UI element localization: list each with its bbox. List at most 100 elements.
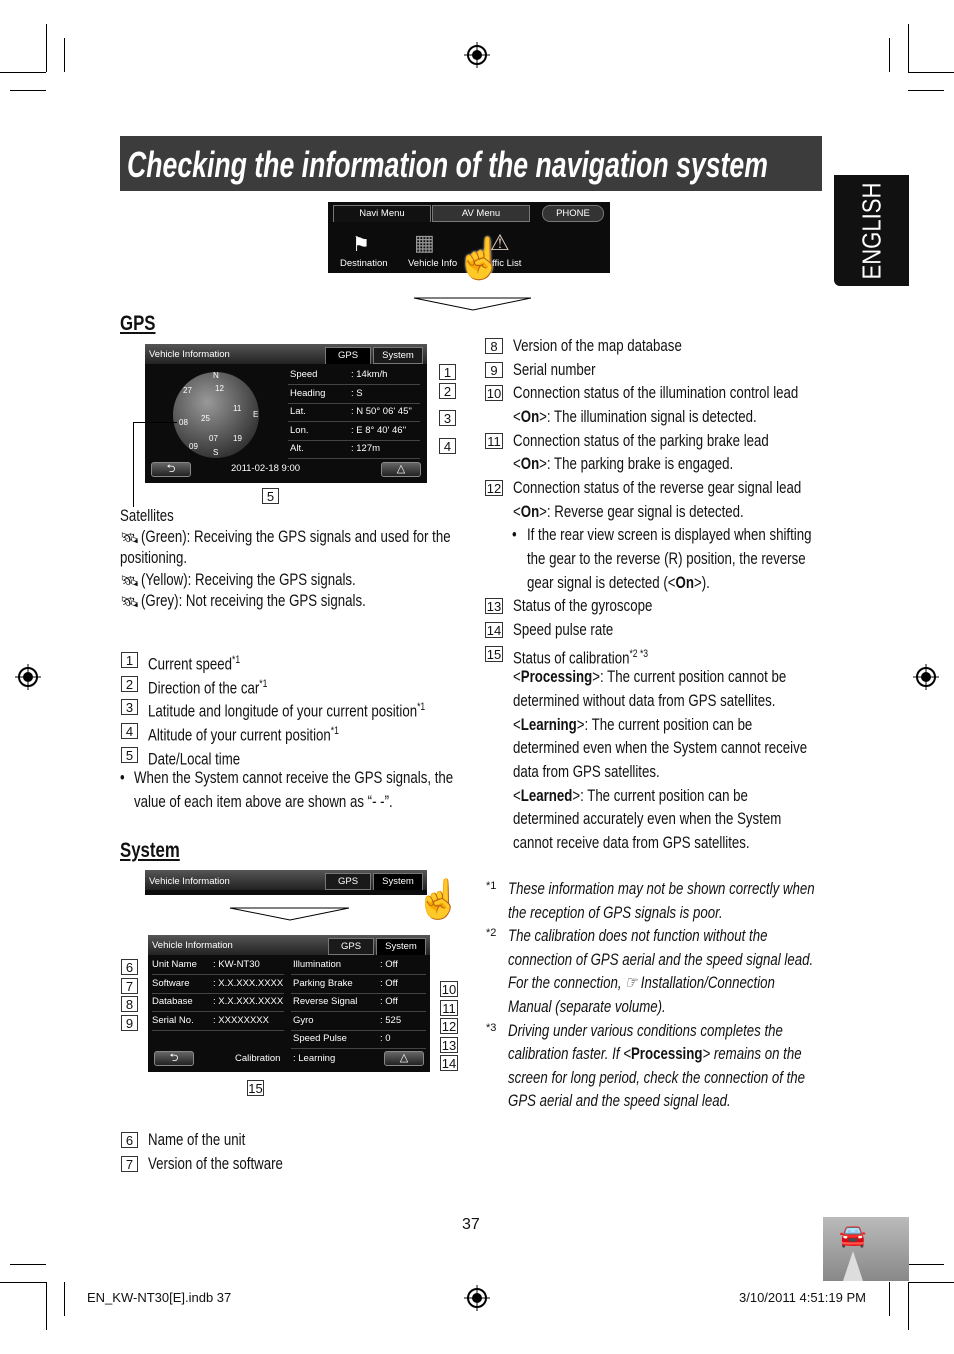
row-label: Lon.: [290, 424, 309, 436]
description-line: determined even when the System cannot r…: [513, 738, 807, 758]
text: the reception of GPS signals is poor.: [508, 902, 723, 922]
row-value: : KW-NT30: [213, 959, 260, 970]
satellite-note: positioning.: [120, 548, 188, 567]
text: >: The illumination signal is detected.: [539, 407, 757, 426]
note-text: When the System cannot receive the GPS s…: [134, 768, 454, 787]
car-icon: 🚘: [839, 1223, 867, 1248]
tab-gps[interactable]: GPS: [325, 873, 371, 890]
row-label: Lat.: [290, 406, 306, 417]
back-button[interactable]: ⮌: [154, 1051, 194, 1066]
divider: [288, 402, 420, 404]
description-line: Version of the map database: [513, 336, 682, 356]
text: the gear to the reverse (R) position, th…: [527, 549, 806, 569]
satellite-note: (Green): Receiving the GPS signals and u…: [141, 527, 451, 546]
row-value: : E 8° 40' 46'': [351, 424, 407, 436]
description-line: If the rear view screen is displayed whe…: [527, 525, 812, 545]
callout-4: 4: [439, 438, 456, 454]
tab-gps[interactable]: GPS: [328, 938, 374, 955]
item-number: 15: [485, 645, 503, 662]
bold-term: On: [675, 572, 694, 592]
item-label: Latitude and longitude of your current p…: [148, 702, 418, 722]
divider: [152, 974, 284, 975]
registration-mark-icon: [913, 664, 939, 690]
row-value: : Off: [380, 996, 398, 1007]
text: <: [513, 667, 521, 687]
footnote-line: Driving under various conditions complet…: [508, 1021, 783, 1041]
description-line: <Learning>: The current position can be: [513, 715, 752, 735]
tab-navi-menu[interactable]: Navi Menu: [333, 205, 431, 222]
satellites-label: Satellites: [120, 506, 174, 525]
tab-gps[interactable]: GPS: [325, 347, 371, 364]
back-button[interactable]: ⮌: [151, 462, 191, 477]
callout-6: 6: [121, 959, 138, 975]
footnote-line: screen for long period, check the connec…: [508, 1068, 805, 1088]
navigation-section-tab: 🚘: [823, 1217, 909, 1281]
row-value: : X.X.XXX.XXXX: [213, 977, 284, 989]
note-text: value of each item above are shown as “-…: [134, 792, 393, 811]
hand-pointer-icon: ☝: [415, 879, 463, 921]
gps-screen: Vehicle Information GPS System 27 12 25 …: [145, 344, 427, 483]
item-number: 14: [485, 622, 503, 639]
footer-file: EN_KW-NT30[E].indb 37: [87, 1290, 232, 1305]
bullet-icon: •: [512, 525, 517, 545]
navigation-button[interactable]: △: [381, 462, 421, 477]
tab-system[interactable]: System: [376, 938, 426, 955]
item-number: 11: [485, 432, 503, 449]
menu-item-destination[interactable]: Destination: [340, 258, 388, 269]
phone-button[interactable]: PHONE: [542, 205, 604, 222]
description-line: <On>: Reverse gear signal is detected.: [513, 502, 744, 522]
description-line: cannot receive data from GPS satellites.: [513, 833, 750, 853]
row-value: : XXXXXXXX: [213, 1014, 269, 1026]
description-line: Status of calibration*2 *3: [513, 644, 648, 669]
row-label: Database: [152, 996, 193, 1007]
text: <: [513, 454, 521, 474]
description-line: Status of the gyroscope: [513, 596, 652, 616]
bold-term: On: [520, 501, 540, 521]
description-line: Connection status of the parking brake l…: [513, 431, 769, 451]
item-number: 1: [121, 652, 138, 668]
bold-term: Learned: [520, 785, 573, 805]
navigation-button[interactable]: △: [384, 1051, 424, 1066]
item-number: 3: [121, 699, 138, 716]
bold-term: On: [520, 454, 540, 474]
description-line: <On>: The illumination signal is detecte…: [513, 407, 757, 427]
text: These information may not be shown corre…: [508, 879, 815, 898]
callout-11: 11: [440, 999, 458, 1016]
tab-system[interactable]: System: [373, 347, 423, 364]
text: calibration faster. If <: [508, 1044, 631, 1064]
checkered-flag-icon: ⚑: [352, 234, 370, 256]
item-number: 13: [485, 598, 503, 615]
description-line: Connection status of the reverse gear si…: [513, 478, 801, 498]
row-value: : Off: [380, 959, 398, 970]
footnote-line: For the connection, ☞ Installation/Conne…: [508, 973, 775, 993]
row-label: Speed Pulse: [293, 1033, 347, 1044]
footnote-line: GPS aerial and the speed signal lead.: [508, 1091, 731, 1111]
text: determined accurately even when the Syst…: [513, 809, 782, 829]
text: data from GPS satellites.: [513, 762, 660, 782]
text: >: The current position cannot be: [592, 667, 787, 687]
item-text: Current speed*1: [148, 650, 240, 675]
calibration-value: : Learning: [293, 1053, 336, 1064]
item-text: Date/Local time: [148, 745, 240, 770]
callout-14: 14: [440, 1055, 458, 1071]
text: <: [513, 714, 521, 734]
tab-av-menu[interactable]: AV Menu: [432, 205, 530, 222]
footnote-ref: *2 *3: [629, 647, 649, 660]
footnote-mark: *2: [486, 927, 497, 940]
language-tab: ENGLISH: [834, 175, 909, 286]
divider: [291, 1011, 426, 1012]
callout-15: 15: [247, 1080, 264, 1096]
calibration-label: Calibration: [235, 1053, 281, 1064]
item-number: 7: [121, 1155, 138, 1172]
callout-12: 12: [440, 1018, 458, 1034]
text: determined even when the System cannot r…: [513, 738, 808, 758]
footnote-line: The calibration does not function withou…: [508, 926, 767, 946]
row-label: Parking Brake: [293, 977, 353, 989]
text: determined without data from GPS satelli…: [513, 691, 776, 711]
bold-term: On: [520, 407, 540, 426]
menu-item-vehicle-info[interactable]: Vehicle Info: [408, 258, 457, 269]
footnote-line: the reception of GPS signals is poor.: [508, 903, 723, 923]
divider: [288, 421, 420, 422]
text: >: Reverse gear signal is detected.: [539, 501, 744, 521]
text: Status of the gyroscope: [513, 596, 653, 616]
